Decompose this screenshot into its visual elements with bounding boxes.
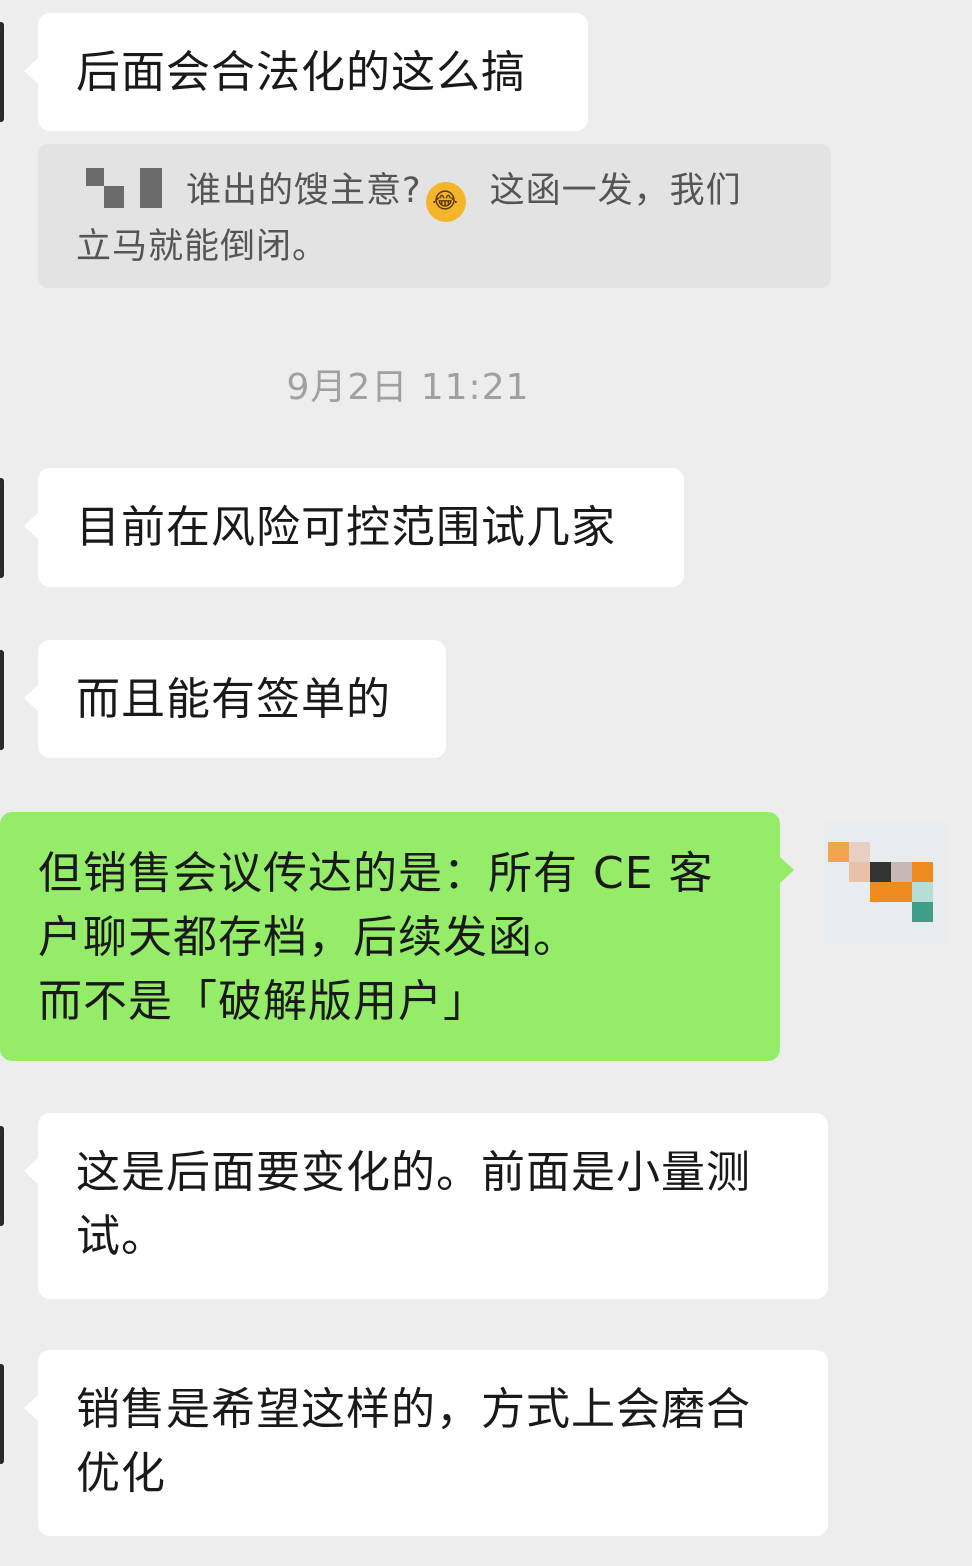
contact-avatar[interactable]: [0, 1126, 4, 1226]
incoming-message[interactable]: 后面会合法化的这么搞: [24, 13, 588, 131]
quote-text-line1: 谁出的馊主意?: [186, 171, 422, 211]
incoming-message[interactable]: 销售是希望这样的，方式上会磨合 优化: [24, 1350, 828, 1536]
self-avatar[interactable]: [824, 822, 948, 944]
contact-avatar[interactable]: [0, 478, 4, 578]
outgoing-message[interactable]: 但销售会议传达的是：所有 CE 客 户聊天都存档，后续发函。 而不是「破解版用户…: [0, 812, 794, 1061]
quote-text-line1-rest: 这函一发，我们: [489, 171, 742, 211]
contact-avatar[interactable]: [0, 650, 4, 750]
incoming-message[interactable]: 目前在风险可控范围试几家: [24, 468, 684, 587]
crying-laughing-emoji-icon: 😂: [425, 182, 466, 222]
contact-avatar[interactable]: [0, 22, 4, 122]
incoming-message[interactable]: 这是后面要变化的。前面是小量测 试。: [24, 1113, 828, 1299]
chat-timestamp: 9月2日 11:21: [286, 367, 530, 408]
quote-text-line2: 立马就能倒闭。: [76, 227, 329, 267]
contact-avatar[interactable]: [0, 1364, 4, 1464]
incoming-message[interactable]: 而且能有签单的: [24, 640, 446, 758]
quote-sender-avatar: [76, 166, 168, 210]
quoted-message[interactable]: 谁出的馊主意? 😂 这函一发，我们 立马就能倒闭。: [38, 144, 831, 288]
